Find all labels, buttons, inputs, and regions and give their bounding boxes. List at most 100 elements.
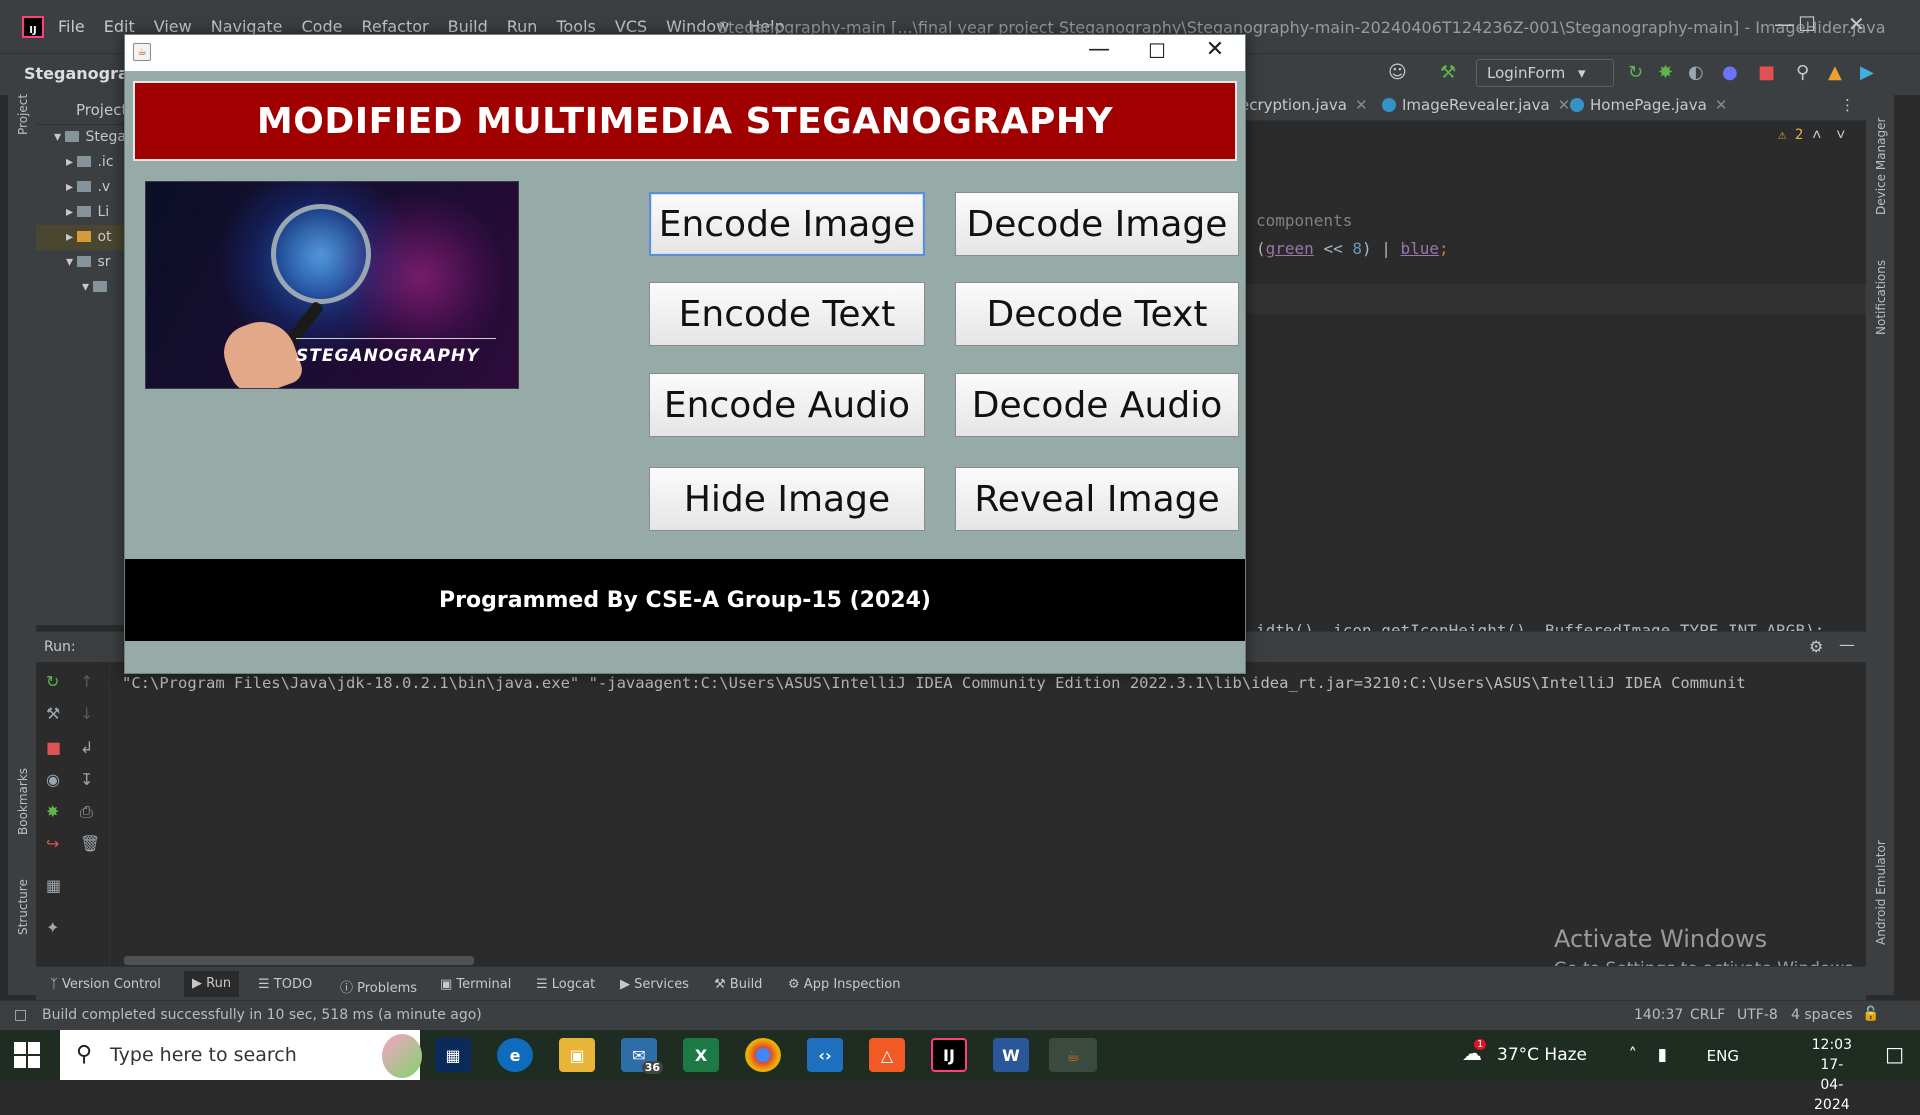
arrow-up-icon[interactable]: ↑ <box>80 672 93 691</box>
stop-icon[interactable]: ■ <box>46 738 61 757</box>
tab-terminal[interactable]: ▣ Terminal <box>440 977 511 992</box>
debug-icon[interactable]: ✸ <box>46 802 59 821</box>
chevron-up-icon[interactable]: ˄ <box>1629 1045 1638 1065</box>
tab-problems[interactable]: ⓘ Problems <box>340 977 417 996</box>
stop-icon[interactable]: ■ <box>1758 62 1775 83</box>
gear-icon[interactable]: ⚙ <box>1809 637 1823 656</box>
tab-image-revealer[interactable]: ImageRevealer.java ✕ <box>1382 96 1570 114</box>
weather-text[interactable]: 37°C Haze <box>1497 1045 1587 1065</box>
file-encoding[interactable]: UTF-8 <box>1737 1007 1778 1023</box>
wrench-icon[interactable]: ⚒ <box>46 704 60 723</box>
taskbar-search-box[interactable]: ⚲ Type here to search <box>60 1030 422 1080</box>
stripe-android-emulator[interactable]: Android Emulator <box>1874 840 1888 945</box>
caret-position[interactable]: 140:37 <box>1634 1007 1683 1023</box>
edge-browser-icon[interactable]: e <box>497 1038 533 1072</box>
stripe-bookmarks[interactable]: Bookmarks <box>16 768 30 835</box>
run-configuration-select[interactable]: LoginForm ▾ <box>1476 59 1614 87</box>
java-app-taskbar-icon[interactable]: ☕ <box>1049 1038 1097 1072</box>
trash-icon[interactable]: 🗑 <box>80 834 100 853</box>
profiler-icon[interactable]: ● <box>1722 62 1738 83</box>
encode-image-button[interactable]: Encode Image <box>649 192 925 256</box>
mail-icon[interactable]: ✉ 36 <box>621 1038 663 1074</box>
ide-maximize-icon[interactable]: ☐ <box>1798 12 1816 36</box>
camera-icon[interactable]: ◉ <box>46 770 60 789</box>
clock[interactable]: 12:03 17-04-2024 <box>1812 1035 1852 1115</box>
scroll-to-end-icon[interactable]: ↧ <box>80 770 93 789</box>
tab-version-control[interactable]: ᛉ Version Control <box>50 977 161 992</box>
horizontal-scrollbar[interactable] <box>124 956 474 965</box>
layout-icon[interactable]: ▦ <box>46 876 61 895</box>
decode-image-button[interactable]: Decode Image <box>955 192 1239 256</box>
encode-audio-button[interactable]: Encode Audio <box>649 373 925 437</box>
console-output[interactable]: "C:\Program Files\Java\jdk-18.0.2.1\bin\… <box>122 674 1862 692</box>
tab-build[interactable]: ⚒ Build <box>714 977 762 992</box>
minimize-panel-icon[interactable]: — <box>1839 635 1855 654</box>
plugin-icon[interactable]: ▶ <box>1860 62 1874 83</box>
close-icon[interactable]: ✕ <box>1558 96 1571 114</box>
decode-text-button[interactable]: Decode Text <box>955 282 1239 346</box>
word-icon[interactable]: W <box>993 1038 1029 1072</box>
tab-home-page[interactable]: HomePage.java ✕ <box>1570 96 1727 114</box>
chrome-icon[interactable] <box>745 1038 781 1072</box>
vscode-icon[interactable]: ‹› <box>807 1038 843 1072</box>
intellij-taskbar-icon[interactable]: IJ <box>931 1038 967 1072</box>
close-icon[interactable]: ✕ <box>1355 96 1368 114</box>
windows-start-icon[interactable] <box>14 1042 40 1068</box>
stripe-project[interactable]: Project <box>16 94 30 135</box>
status-message[interactable]: Build completed successfully in 10 sec, … <box>42 1007 482 1023</box>
app-close-icon[interactable]: ✕ <box>1195 37 1235 62</box>
notification-icon[interactable]: □ <box>1885 1042 1904 1066</box>
arrow-down-icon[interactable]: ↓ <box>80 704 93 723</box>
code-editor[interactable]: ⚠ 2 ˄ ˅ components (green << 8) | blue; … <box>1240 121 1870 640</box>
chevron-up-icon[interactable]: ˄ <box>1812 125 1822 145</box>
update-icon[interactable]: ▲ <box>1828 62 1842 83</box>
more-tabs-icon[interactable]: ⋮ <box>1840 96 1855 114</box>
brave-icon[interactable]: △ <box>869 1038 905 1072</box>
clock-date: 17-04-2024 <box>1814 1057 1850 1113</box>
stripe-notifications[interactable]: Notifications <box>1874 260 1888 335</box>
close-icon[interactable]: ✕ <box>1715 96 1728 114</box>
ide-minimize-icon[interactable]: — <box>1774 12 1794 36</box>
indent-setting[interactable]: 4 spaces <box>1791 1007 1853 1023</box>
tab-todo[interactable]: ☰ TODO <box>258 977 312 992</box>
encode-text-button[interactable]: Encode Text <box>649 282 925 346</box>
rerun-icon[interactable]: ↻ <box>1628 62 1643 83</box>
exit-icon[interactable]: ↪ <box>46 834 59 853</box>
tab-app-inspection[interactable]: ⚙ App Inspection <box>788 977 900 992</box>
ide-close-icon[interactable]: ✕ <box>1848 12 1865 36</box>
java-app-icon: ☕ <box>133 43 151 61</box>
user-icon[interactable]: ☺ <box>1388 62 1407 83</box>
weather-icon[interactable]: ☁ 1 <box>1462 1039 1487 1065</box>
chevron-down-icon[interactable]: ˅ <box>1836 125 1846 145</box>
excel-icon[interactable]: X <box>683 1038 719 1072</box>
warning-icon[interactable]: ⚠ 2 <box>1778 127 1803 143</box>
stripe-structure[interactable]: Structure <box>16 879 30 935</box>
tab-decryption[interactable]: ecryption.java ✕ <box>1240 96 1368 114</box>
app-minimize-icon[interactable]: — <box>1079 37 1119 62</box>
reveal-image-button[interactable]: Reveal Image <box>955 467 1239 531</box>
language-indicator[interactable]: ENG <box>1707 1047 1739 1065</box>
pin-icon[interactable]: ✦ <box>46 918 59 937</box>
coverage-icon[interactable]: ◐ <box>1688 62 1704 83</box>
lock-icon[interactable]: 🔓 <box>1862 1006 1879 1022</box>
line-separator[interactable]: CRLF <box>1690 1007 1725 1023</box>
print-icon[interactable]: ⎙ <box>80 802 93 822</box>
search-icon[interactable]: ⚲ <box>1796 62 1809 83</box>
stripe-device-manager[interactable]: Device Manager <box>1874 118 1888 215</box>
status-panel-icon[interactable]: □ <box>14 1007 27 1023</box>
microsoft-store-icon[interactable]: ▦ <box>435 1038 471 1072</box>
tab-logcat[interactable]: ☰ Logcat <box>536 977 595 992</box>
decode-audio-button[interactable]: Decode Audio <box>955 373 1239 437</box>
app-maximize-icon[interactable]: ☐ <box>1137 39 1177 63</box>
battery-icon[interactable]: ▮ <box>1658 1045 1667 1065</box>
debug-icon[interactable]: ✸ <box>1658 62 1673 83</box>
tab-services[interactable]: ▶ Services <box>620 977 689 992</box>
tab-run[interactable]: ▶ Run <box>184 971 240 997</box>
hide-image-button[interactable]: Hide Image <box>649 467 925 531</box>
menu-file[interactable]: File <box>58 17 85 36</box>
soft-wrap-icon[interactable]: ↲ <box>80 738 93 757</box>
hammer-icon[interactable]: ⚒ <box>1440 62 1456 83</box>
rerun-icon[interactable]: ↻ <box>46 672 59 691</box>
class-icon <box>1382 98 1396 112</box>
file-explorer-icon[interactable]: ▣ <box>559 1038 595 1072</box>
